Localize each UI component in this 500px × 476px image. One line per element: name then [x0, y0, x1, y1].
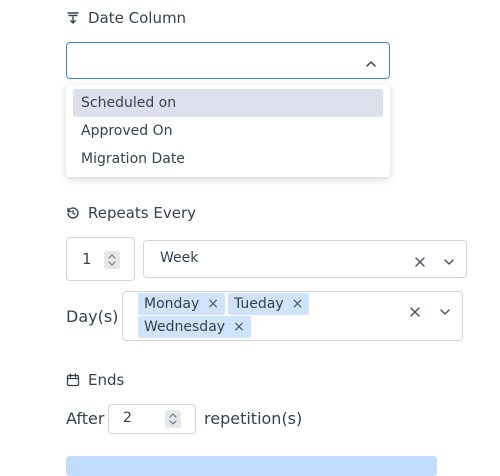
clear-icon[interactable]	[409, 303, 421, 322]
ends-label: Ends	[66, 370, 124, 390]
date-column-label: Date Column	[66, 8, 186, 28]
stepper-arrows-icon[interactable]	[165, 410, 181, 428]
days-multiselect[interactable]: Monday × Tueday × Wednesday ×	[122, 291, 463, 341]
calendar-icon	[66, 373, 80, 387]
repetition-count-value: 2	[123, 410, 132, 426]
repeats-every-label-text: Repeats Every	[88, 204, 197, 222]
days-label: Day(s)	[66, 307, 119, 326]
interval-value: 1	[82, 250, 92, 268]
repeat-unit-value: Week	[160, 250, 199, 266]
interval-stepper[interactable]: 1	[66, 237, 135, 281]
remove-chip-icon[interactable]: ×	[207, 293, 219, 315]
chip-label: Monday	[144, 296, 200, 312]
chip-label: Tueday	[234, 296, 284, 312]
remove-chip-icon[interactable]: ×	[233, 316, 245, 338]
chip-monday: Monday ×	[138, 293, 226, 315]
stepper-arrows-icon[interactable]	[104, 251, 120, 269]
repetition-count-stepper[interactable]: 2	[108, 404, 196, 434]
repeat-unit-select[interactable]: Week	[143, 240, 467, 278]
chip-label: Wednesday	[144, 319, 226, 335]
filter-download-icon	[66, 11, 80, 25]
date-column-menu: Scheduled on Approved On Migration Date	[66, 85, 390, 177]
clear-icon[interactable]	[414, 253, 426, 272]
repeats-every-label: Repeats Every	[66, 203, 196, 223]
chevron-down-icon[interactable]	[443, 253, 455, 272]
option-migration-date[interactable]: Migration Date	[73, 145, 383, 173]
ends-label-text: Ends	[88, 371, 125, 389]
submit-button[interactable]	[66, 456, 437, 476]
chevron-up-icon[interactable]	[365, 55, 377, 74]
chip-wednesday: Wednesday ×	[138, 316, 251, 338]
repetitions-label: repetition(s)	[204, 409, 303, 428]
chip-tuesday: Tueday ×	[228, 293, 310, 315]
option-scheduled-on[interactable]: Scheduled on	[73, 89, 383, 117]
after-label: After	[66, 409, 105, 428]
option-approved-on[interactable]: Approved On	[73, 117, 383, 145]
date-column-select[interactable]	[66, 42, 390, 79]
date-column-label-text: Date Column	[88, 9, 187, 27]
remove-chip-icon[interactable]: ×	[292, 293, 304, 315]
chevron-down-icon[interactable]	[439, 303, 451, 322]
history-icon	[66, 206, 80, 220]
